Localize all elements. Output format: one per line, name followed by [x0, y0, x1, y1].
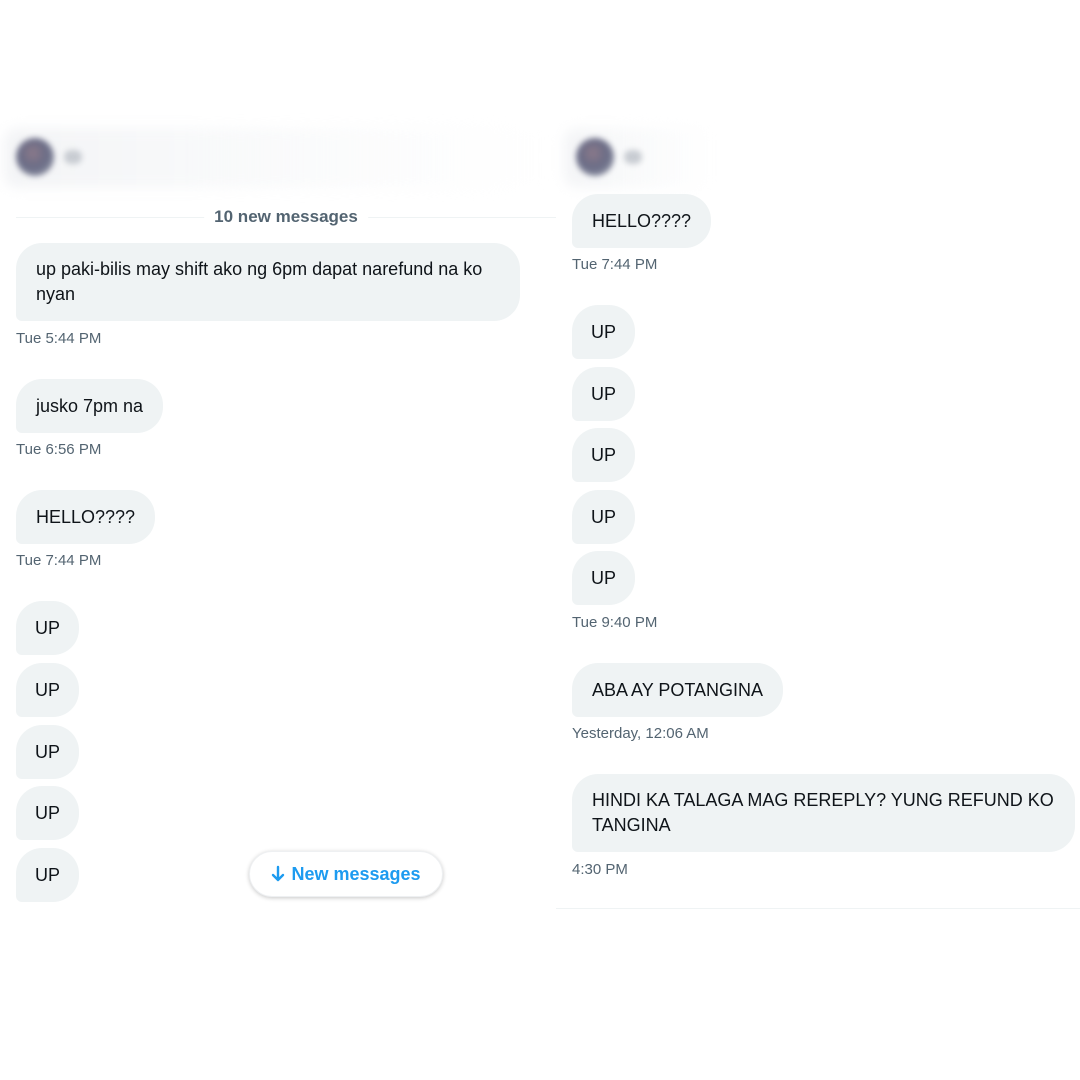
message-bubble[interactable]: UP — [572, 367, 636, 421]
message-bubble[interactable]: jusko 7pm na — [16, 379, 164, 433]
message-timestamp: Tue 5:44 PM — [16, 330, 102, 347]
message-bubble[interactable]: UP — [16, 725, 80, 779]
right-conversation-panel: HELLO???? Tue 7:44 PM UP UP UP UP UP Tue… — [556, 0, 1080, 1080]
message-timestamp: 4:30 PM — [572, 861, 628, 878]
message-bubble[interactable]: UP — [16, 601, 80, 655]
message-bubble[interactable]: UP — [572, 305, 636, 359]
conversation-header[interactable] — [564, 128, 714, 188]
message-bubble[interactable]: UP — [16, 663, 80, 717]
avatar[interactable] — [16, 138, 54, 176]
header-background — [4, 128, 544, 188]
message-bubble[interactable]: ABA AY POTANGINA — [572, 663, 784, 717]
arrow-down-icon — [271, 865, 285, 883]
new-messages-divider: 10 new messages — [16, 205, 556, 229]
message-bubble[interactable]: up paki-bilis may shift ako ng 6pm dapat… — [16, 243, 520, 321]
message-bubble[interactable]: UP — [572, 428, 636, 482]
left-conversation-panel: 10 new messages up paki-bilis may shift … — [0, 0, 556, 1080]
message-timestamp: Tue 7:44 PM — [572, 256, 658, 273]
user-name-blurred — [64, 150, 82, 164]
message-bubble[interactable]: HINDI KA TALAGA MAG REREPLY? YUNG REFUND… — [572, 774, 1075, 852]
message-bubble[interactable]: UP — [572, 551, 636, 605]
conversation-header[interactable] — [4, 128, 544, 188]
message-bubble[interactable]: UP — [572, 490, 636, 544]
message-bubble[interactable]: HELLO???? — [16, 490, 156, 544]
divider-line — [556, 908, 1080, 909]
message-bubble[interactable]: HELLO???? — [572, 194, 712, 248]
avatar[interactable] — [576, 138, 614, 176]
user-name-blurred — [624, 150, 642, 164]
message-timestamp: Tue 9:40 PM — [572, 614, 658, 631]
new-messages-button[interactable]: New messages — [249, 851, 443, 897]
message-timestamp: Yesterday, 12:06 AM — [572, 725, 709, 742]
message-timestamp: Tue 6:56 PM — [16, 441, 102, 458]
message-bubble[interactable]: UP — [16, 786, 80, 840]
message-timestamp: Tue 7:44 PM — [16, 552, 102, 569]
message-bubble[interactable]: UP — [16, 848, 80, 902]
new-messages-count-label: 10 new messages — [204, 205, 368, 229]
new-messages-label: New messages — [291, 863, 421, 884]
